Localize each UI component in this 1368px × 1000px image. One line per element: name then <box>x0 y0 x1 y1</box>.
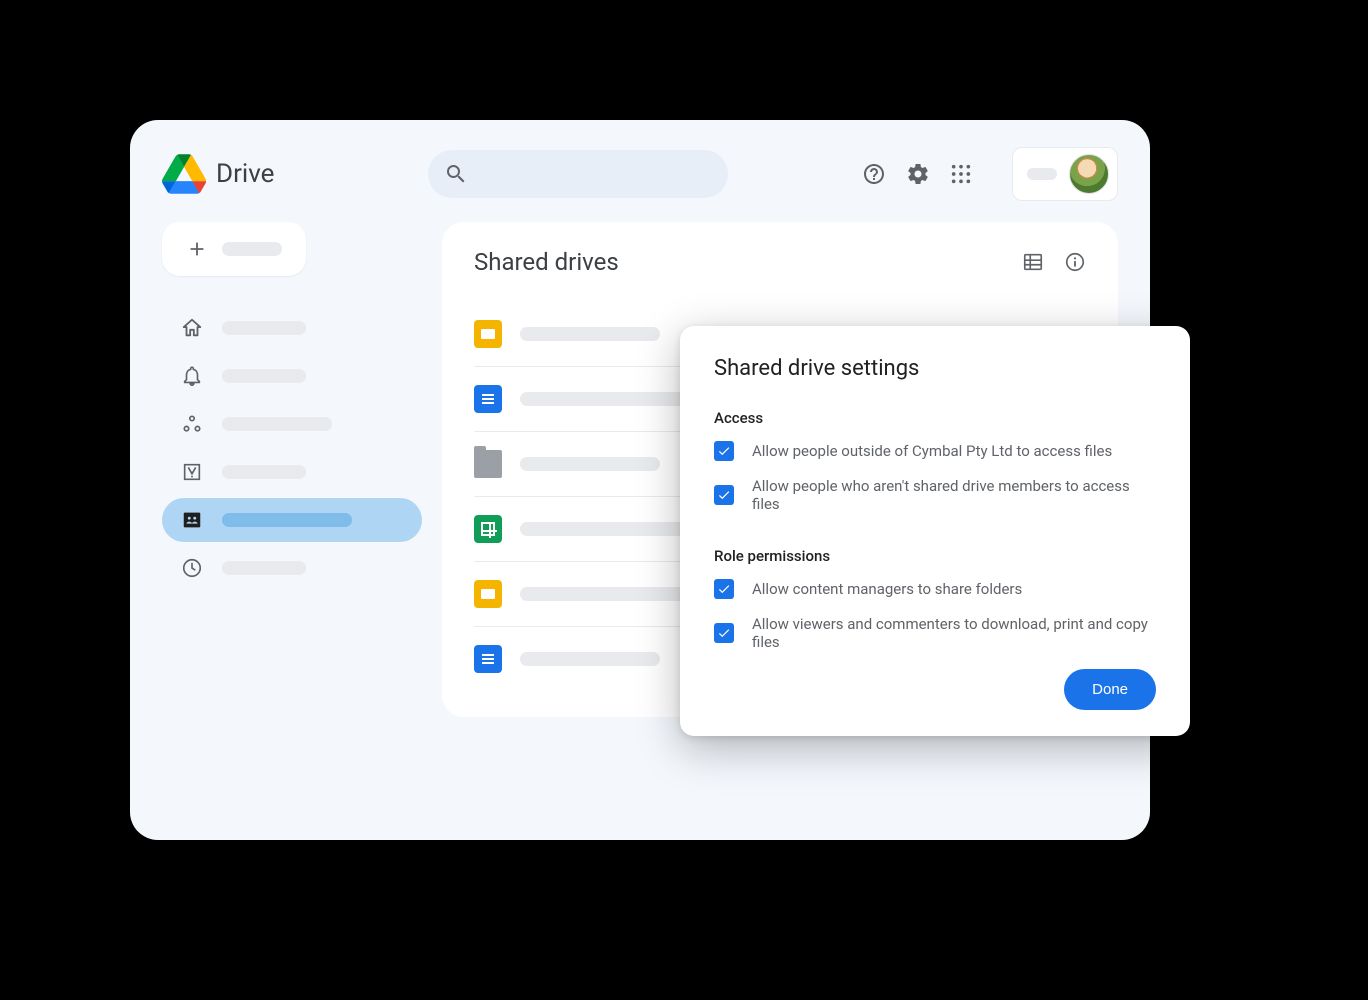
recent-icon <box>180 556 204 580</box>
workspaces-icon <box>180 412 204 436</box>
docs-icon <box>474 645 502 673</box>
sidebar-label-placeholder <box>222 369 306 383</box>
list-view-icon[interactable] <box>1022 251 1044 273</box>
sidebar <box>162 222 422 717</box>
file-name-placeholder <box>520 327 660 341</box>
shared-drive-settings-dialog: Shared drive settings Access Allow peopl… <box>680 326 1190 736</box>
sidebar-label-placeholder <box>222 513 352 527</box>
header-bar: Drive <box>162 144 1118 204</box>
logo-group[interactable]: Drive <box>162 154 412 194</box>
file-name-placeholder <box>520 457 660 471</box>
slides-icon <box>474 320 502 348</box>
sidebar-label-placeholder <box>222 417 332 431</box>
slides-icon <box>474 580 502 608</box>
dialog-title: Shared drive settings <box>714 356 1156 381</box>
sidebar-label-placeholder <box>222 561 306 575</box>
option-label: Allow content managers to share folders <box>752 580 1022 598</box>
file-name-placeholder <box>520 652 660 666</box>
app-name: Drive <box>216 159 274 189</box>
checkbox-icon[interactable] <box>714 441 734 461</box>
option-label: Allow people outside of Cymbal Pty Ltd t… <box>752 442 1112 460</box>
section-label-access: Access <box>714 409 1156 427</box>
option-label: Allow viewers and commenters to download… <box>752 615 1156 651</box>
done-button[interactable]: Done <box>1064 669 1156 710</box>
docs-icon <box>474 385 502 413</box>
search-input[interactable] <box>428 150 728 198</box>
option-external-access[interactable]: Allow people outside of Cymbal Pty Ltd t… <box>714 441 1156 461</box>
avatar[interactable] <box>1069 154 1109 194</box>
gear-icon[interactable] <box>906 162 930 186</box>
sidebar-item-my-drive[interactable] <box>162 450 422 494</box>
info-icon[interactable] <box>1064 251 1086 273</box>
shared-drives-icon <box>180 508 204 532</box>
new-button[interactable] <box>162 222 306 276</box>
page-title: Shared drives <box>474 248 619 276</box>
folder-icon <box>474 450 502 478</box>
sidebar-label-placeholder <box>222 465 306 479</box>
bell-icon <box>180 364 204 388</box>
option-nonmember-access[interactable]: Allow people who aren't shared drive mem… <box>714 477 1156 513</box>
drive-logo-icon <box>162 154 206 194</box>
sidebar-item-shared-drives[interactable] <box>162 498 422 542</box>
section-label-role: Role permissions <box>714 547 1156 565</box>
new-button-label-placeholder <box>222 242 282 256</box>
my-drive-icon <box>180 460 204 484</box>
plus-icon <box>186 238 208 260</box>
option-viewers-download[interactable]: Allow viewers and commenters to download… <box>714 615 1156 651</box>
account-label-placeholder <box>1027 168 1057 180</box>
apps-grid-icon[interactable] <box>950 163 972 185</box>
help-icon[interactable] <box>862 162 886 186</box>
sidebar-label-placeholder <box>222 321 306 335</box>
sidebar-item-recent[interactable] <box>162 546 422 590</box>
checkbox-icon[interactable] <box>714 623 734 643</box>
search-icon <box>444 162 468 186</box>
checkbox-icon[interactable] <box>714 579 734 599</box>
option-managers-share[interactable]: Allow content managers to share folders <box>714 579 1156 599</box>
account-switcher[interactable] <box>1012 147 1118 201</box>
sheets-icon <box>474 515 502 543</box>
checkbox-icon[interactable] <box>714 485 734 505</box>
sidebar-item-workspaces[interactable] <box>162 402 422 446</box>
sidebar-item-home[interactable] <box>162 306 422 350</box>
header-icons <box>862 147 1118 201</box>
home-icon <box>180 316 204 340</box>
sidebar-item-activity[interactable] <box>162 354 422 398</box>
option-label: Allow people who aren't shared drive mem… <box>752 477 1156 513</box>
